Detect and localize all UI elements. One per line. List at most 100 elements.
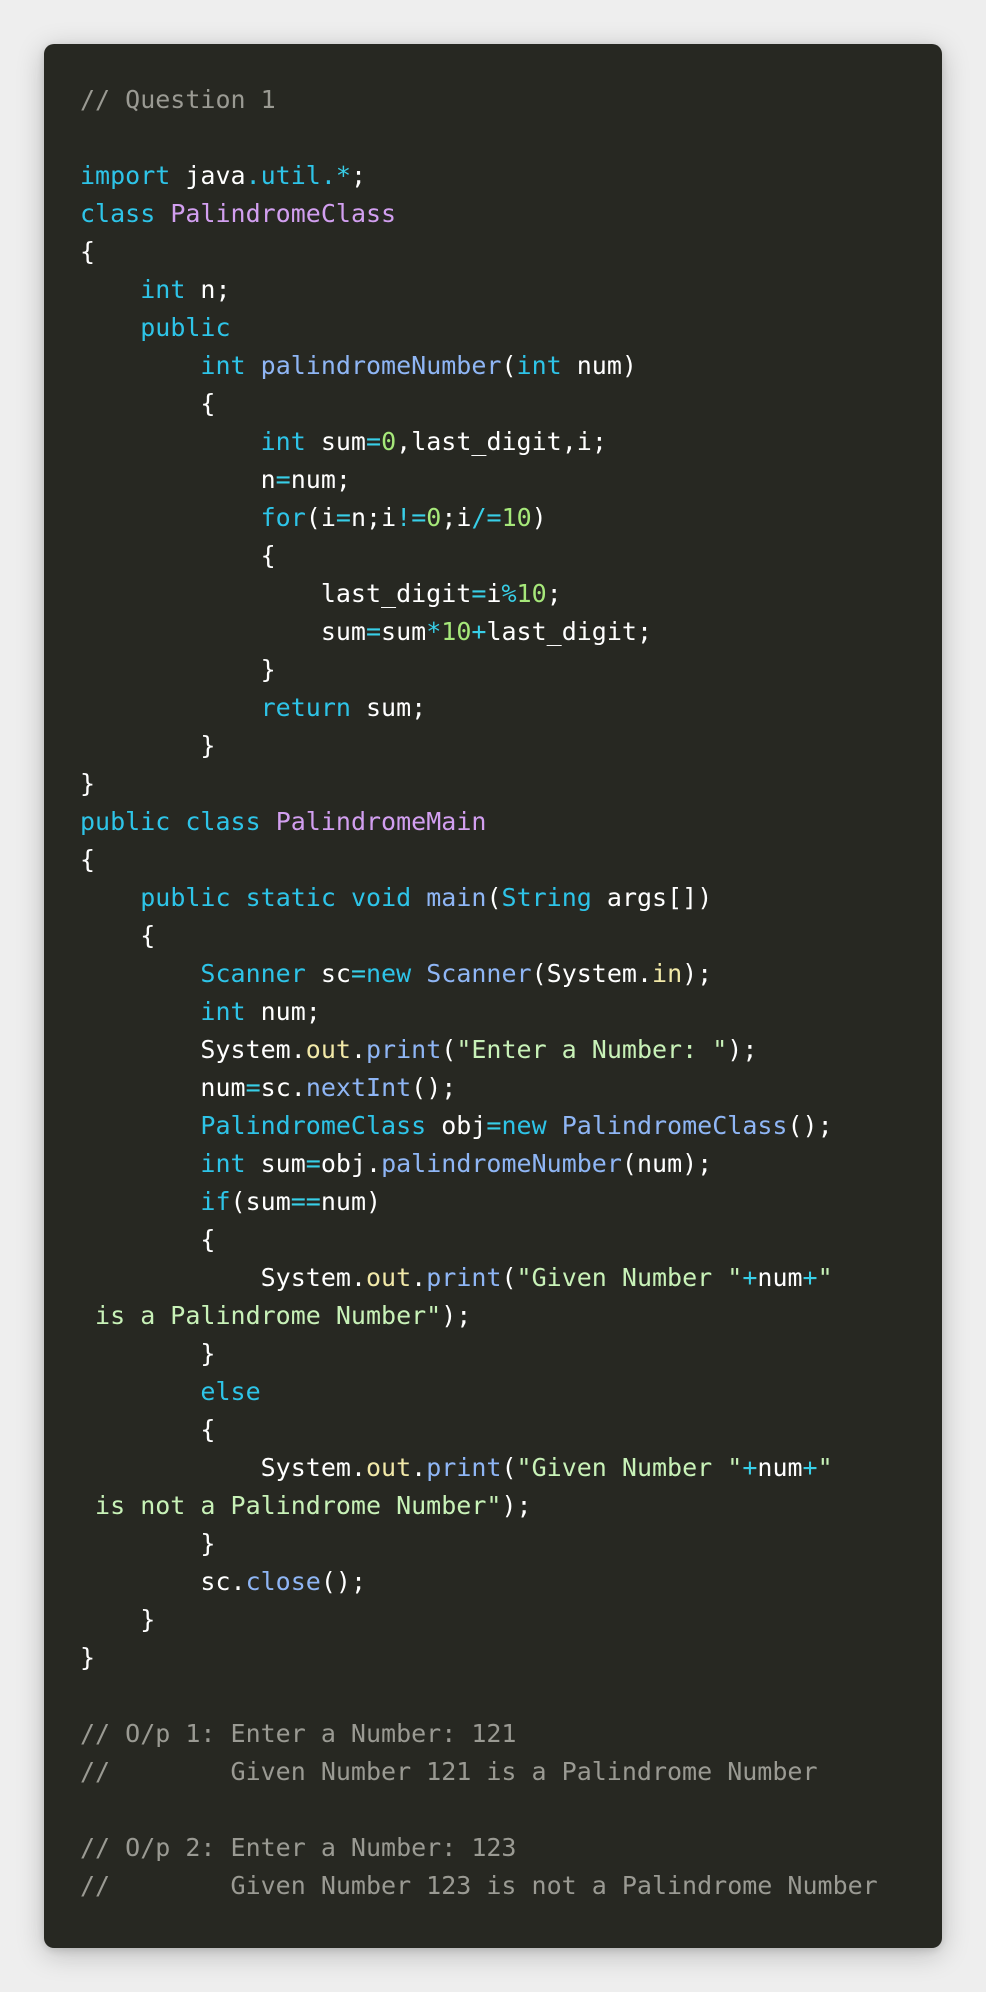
code-token-punctuation: ( — [486, 883, 502, 912]
code-token-punctuation: ); — [441, 1301, 472, 1330]
code-token-comment: // Given Number 121 is a Palindrome Numb… — [80, 1757, 818, 1786]
code-token-function-name: palindromeNumber — [381, 1149, 622, 1178]
code-token-punctuation: . — [411, 1263, 427, 1292]
code-token-punctuation: . — [230, 1567, 246, 1596]
code-token-string-literal: is not a Palindrome Number" — [80, 1491, 502, 1520]
code-token-identifier: num — [757, 1453, 803, 1482]
code-line: { — [80, 1411, 878, 1449]
code-line: for(i=n;i!=0;i/=10) — [80, 499, 878, 537]
code-token-identifier: num — [320, 1187, 367, 1216]
code-token-function-name: PalindromeClass — [561, 1111, 788, 1140]
code-token-identifier: i — [320, 503, 336, 532]
code-token-punctuation: ; — [350, 161, 367, 190]
code-token-number-literal: 0 — [426, 503, 442, 532]
code-token-identifier: n — [350, 503, 367, 532]
code-block[interactable]: // Question 1 import java.util.*; class Pa… — [80, 81, 878, 1905]
code-token-identifier: num — [80, 1073, 246, 1102]
code-token-punctuation: ; — [335, 465, 351, 494]
code-token-keyword: PalindromeClass — [200, 1111, 427, 1140]
code-token-keyword: .util. — [245, 161, 336, 190]
code-line: PalindromeClass obj=new PalindromeClass(… — [80, 1107, 878, 1145]
code-token-identifier: sum — [381, 617, 427, 646]
code-token-punctuation: ( — [501, 1453, 517, 1482]
code-token-punctuation: { — [260, 541, 276, 570]
code-token-identifier: n — [185, 275, 216, 304]
code-token-punctuation: ) — [621, 351, 637, 380]
code-token-punctuation: (); — [320, 1567, 366, 1596]
code-line: public static void main(String args[]) — [80, 879, 878, 917]
code-token-comment: // Question 1 — [80, 85, 276, 114]
code-token-punctuation: ); — [682, 1149, 713, 1178]
code-token-property: in — [652, 959, 683, 988]
code-token-identifier — [547, 1111, 562, 1140]
code-token-keyword: int — [200, 997, 246, 1026]
code-line: System.out.print("Given Number "+num+" — [80, 1449, 878, 1487]
code-token-identifier: obj — [320, 1149, 367, 1178]
code-token-identifier — [411, 959, 426, 988]
code-token-identifier: sc — [80, 1567, 231, 1596]
code-token-identifier: last_digit — [486, 617, 637, 646]
code-token-operator: = — [335, 503, 351, 532]
code-token-identifier — [80, 959, 200, 988]
code-token-operator: = — [275, 465, 291, 494]
code-line: int sum=obj.palindromeNumber(num); — [80, 1145, 878, 1183]
code-token-identifier: sc — [305, 959, 351, 988]
code-token-punctuation: } — [80, 769, 96, 798]
code-token-operator: + — [802, 1453, 818, 1482]
code-token-identifier: args — [591, 883, 668, 912]
code-line: sc.close(); — [80, 1563, 878, 1601]
code-token-keyword: void — [350, 883, 412, 912]
code-token-function-name: print — [366, 1035, 442, 1064]
code-token-operator: = — [245, 1073, 261, 1102]
code-token-identifier: n — [80, 465, 276, 494]
code-token-punctuation: ; — [636, 617, 653, 646]
code-token-keyword: public — [140, 883, 231, 912]
code-token-punctuation: } — [200, 1529, 216, 1558]
code-line: { — [80, 1221, 878, 1259]
code-token-operator: = — [486, 1111, 502, 1140]
code-snippet-card: // Question 1 import java.util.*; class Pa… — [44, 44, 942, 1948]
code-token-identifier — [80, 921, 140, 950]
code-token-comment: // Given Number 123 is not a Palindrome … — [80, 1871, 878, 1900]
code-token-keyword: int — [200, 1149, 246, 1178]
code-token-identifier — [80, 1529, 200, 1558]
code-line: { — [80, 385, 878, 423]
code-token-identifier: sum — [245, 1187, 291, 1216]
code-token-class-name: PalindromeMain — [275, 807, 487, 836]
code-token-identifier: sc — [260, 1073, 291, 1102]
code-token-operator: * — [335, 161, 351, 190]
code-token-keyword: class — [80, 199, 156, 228]
code-token-identifier: sum — [245, 1149, 306, 1178]
code-line: } — [80, 651, 878, 689]
code-token-punctuation: ; — [215, 275, 231, 304]
code-token-string-literal: "Enter a Number: " — [456, 1035, 728, 1064]
code-token-operator: = — [471, 579, 487, 608]
code-token-string-literal: is a Palindrome Number" — [80, 1301, 442, 1330]
code-token-identifier — [411, 883, 426, 912]
code-token-punctuation: ; — [441, 503, 457, 532]
code-token-keyword: new — [501, 1111, 547, 1140]
code-token-keyword: int — [140, 275, 186, 304]
code-token-keyword: if — [200, 1187, 231, 1216]
code-token-identifier — [80, 313, 140, 342]
code-token-function-name: print — [426, 1453, 502, 1482]
code-line: int sum=0,last_digit,i; — [80, 423, 878, 461]
code-token-keyword: return — [260, 693, 351, 722]
code-token-operator: * — [426, 617, 442, 646]
code-line: public — [80, 309, 878, 347]
code-token-identifier: sum — [80, 617, 366, 646]
code-token-punctuation: . — [350, 1263, 366, 1292]
code-line: System.out.print("Given Number "+num+" — [80, 1259, 878, 1297]
code-token-punctuation: (); — [787, 1111, 833, 1140]
code-line: return sum; — [80, 689, 878, 727]
code-token-identifier: num — [245, 997, 306, 1026]
code-token-identifier: i — [486, 579, 502, 608]
code-token-keyword: else — [200, 1377, 261, 1406]
code-token-identifier — [246, 351, 261, 380]
code-token-keyword: Scanner — [200, 959, 306, 988]
code-token-punctuation: ( — [621, 1149, 637, 1178]
code-line: { — [80, 841, 878, 879]
